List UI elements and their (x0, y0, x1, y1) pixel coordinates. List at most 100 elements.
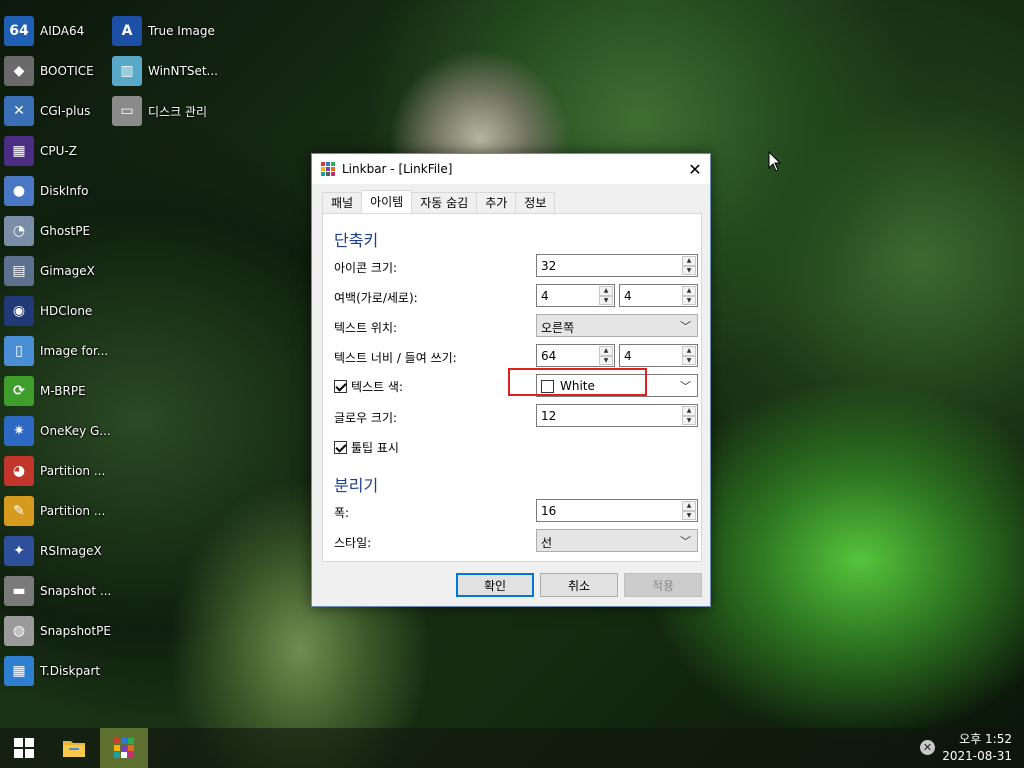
spin-down-icon[interactable]: ▼ (682, 415, 696, 425)
chevron-down-icon: ﹀ (680, 380, 691, 393)
desktop-shortcut[interactable]: ▦ CPU-Z (4, 133, 114, 169)
spin-down-icon[interactable]: ▼ (682, 295, 696, 305)
winntsetup-icon: ▥ (112, 56, 142, 86)
desktop-shortcut-label: 디스크 관리 (148, 104, 208, 119)
spin-up-icon[interactable]: ▲ (682, 286, 696, 296)
windows-logo-icon (14, 738, 34, 758)
desktop-shortcut[interactable]: ▬ Snapshot ... (4, 573, 114, 609)
text-width-spinner[interactable]: 64 ▲ ▼ (536, 344, 615, 367)
taskbar-file-explorer[interactable] (50, 728, 98, 768)
text-color-label: 텍스트 색: (351, 380, 404, 394)
desktop-shortcut-label: True Image (148, 24, 215, 38)
taskbar: ✕ 오후 1:52 2021-08-31 (0, 728, 1024, 768)
spin-up-icon[interactable]: ▲ (682, 346, 696, 356)
desktop-shortcut[interactable]: ▯ Image for... (4, 333, 114, 369)
glow-size-label: 글로우 크기: (334, 411, 398, 425)
spin-up-icon[interactable]: ▲ (682, 406, 696, 416)
rsimagex-icon: ✦ (4, 536, 34, 566)
chevron-down-icon: ﹀ (680, 535, 691, 548)
desktop-shortcut[interactable]: ◆ BOOTICE (4, 53, 114, 89)
spin-down-icon[interactable]: ▼ (682, 510, 696, 520)
separator-style-dropdown[interactable]: 선 ﹀ (536, 529, 698, 552)
tab-extra[interactable]: 추가 (476, 192, 517, 213)
desktop-shortcut-label: HDClone (40, 304, 93, 318)
items-tab-panel: 단축키 아이콘 크기: 32 ▲ ▼ 여백(가로/세로): 4 ▲ ▼ 4 ▲ ▼ 텍… (322, 213, 702, 562)
desktop-shortcut[interactable]: ▥ WinNTSet... (112, 53, 222, 89)
desktop-shortcut[interactable]: 64 AIDA64 (4, 13, 114, 49)
desktop-shortcut[interactable]: ✎ Partition ... (4, 493, 114, 529)
clock-date: 2021-08-31 (942, 749, 1012, 763)
desktop-shortcut-label: GhostPE (40, 224, 91, 238)
glow-size-spinner[interactable]: 12 ▲ ▼ (536, 404, 698, 427)
icon-size-spinner[interactable]: 32 ▲ ▼ (536, 254, 698, 277)
desktop-shortcut[interactable]: ◔ GhostPE (4, 213, 114, 249)
desktop-shortcut-label: AIDA64 (40, 24, 85, 38)
text-color-checkbox-row[interactable]: 텍스트 색: (334, 378, 403, 395)
tooltip-checkbox-row[interactable]: 툴팁 표시 (334, 439, 399, 456)
desktop-shortcut-label: GimageX (40, 264, 95, 278)
desktop-shortcut[interactable]: ▦ T.Diskpart (4, 653, 114, 689)
tab-info[interactable]: 정보 (515, 192, 556, 213)
ok-button[interactable]: 확인 (456, 573, 534, 597)
ghostpe-icon: ◔ (4, 216, 34, 246)
text-width-indent-label: 텍스트 너비 / 들여 쓰기: (334, 351, 457, 365)
desktop-shortcut[interactable]: ⟳ M-BRPE (4, 373, 114, 409)
start-button[interactable] (0, 728, 48, 768)
desktop-shortcut-label: Image for... (40, 344, 109, 358)
desktop-shortcut-label: RSImageX (40, 544, 102, 558)
text-position-dropdown[interactable]: 오른쪽 ﹀ (536, 314, 698, 337)
text-color-checkbox[interactable] (334, 380, 347, 393)
close-icon: ✕ (688, 159, 702, 179)
dialog-titlebar[interactable]: Linkbar - [LinkFile] ✕ (312, 154, 710, 184)
spin-up-icon[interactable]: ▲ (599, 346, 613, 356)
mouse-cursor-icon (768, 151, 782, 172)
desktop-shortcut-label: CPU-Z (40, 144, 77, 158)
spin-up-icon[interactable]: ▲ (682, 501, 696, 511)
tooltip-checkbox[interactable] (334, 441, 347, 454)
desktop-shortcut[interactable]: ◍ SnapshotPE (4, 613, 114, 649)
tray-close-icon[interactable]: ✕ (920, 740, 935, 755)
taskbar-linkbar[interactable] (100, 728, 148, 768)
margin-vertical-spinner[interactable]: 4 ▲ ▼ (619, 284, 698, 307)
desktop-shortcut[interactable]: ● DiskInfo (4, 173, 114, 209)
desktop-shortcut[interactable]: ◉ HDClone (4, 293, 114, 329)
spin-up-icon[interactable]: ▲ (599, 286, 613, 296)
spin-down-icon[interactable]: ▼ (682, 265, 696, 275)
indent-spinner[interactable]: 4 ▲ ▼ (619, 344, 698, 367)
tooltip-label: 툴팁 표시 (351, 441, 399, 455)
desktop-shortcut-label: Snapshot ... (40, 584, 112, 598)
desktop-shortcut-label: SnapshotPE (40, 624, 111, 638)
desktop-shortcut-label: CGI-plus (40, 104, 91, 118)
tab-items[interactable]: 아이템 (361, 190, 413, 213)
snapshot-icon: ▬ (4, 576, 34, 606)
desktop-shortcut[interactable]: ✦ RSImageX (4, 533, 114, 569)
desktop-shortcut[interactable]: ▭ 디스크 관리 (112, 93, 222, 129)
tab-panel[interactable]: 패널 (322, 192, 363, 213)
clock-time: 오후 1:52 (959, 732, 1012, 746)
partition-2-icon: ✎ (4, 496, 34, 526)
close-button[interactable]: ✕ (680, 154, 710, 184)
separator-style-label: 스타일: (334, 536, 372, 550)
desktop-shortcut-label: M-BRPE (40, 384, 86, 398)
shortcut-section-heading: 단축키 (334, 231, 379, 250)
desktop-shortcut[interactable]: ▤ GimageX (4, 253, 114, 289)
spin-up-icon[interactable]: ▲ (682, 256, 696, 266)
linkbar-settings-dialog: Linkbar - [LinkFile] ✕ 패널 아이템 자동 숨김 추가 정… (311, 153, 711, 607)
separator-width-label: 폭: (334, 506, 350, 520)
desktop-shortcut[interactable]: ✕ CGI-plus (4, 93, 114, 129)
apply-button[interactable]: 적용 (624, 573, 702, 597)
desktop-shortcut[interactable]: ◕ Partition ... (4, 453, 114, 489)
tab-autohide[interactable]: 자동 숨김 (411, 192, 478, 213)
spin-down-icon[interactable]: ▼ (682, 355, 696, 365)
cancel-button[interactable]: 취소 (540, 573, 618, 597)
spin-down-icon[interactable]: ▼ (599, 295, 613, 305)
separator-width-spinner[interactable]: 16 ▲ ▼ (536, 499, 698, 522)
true-image-icon: A (112, 16, 142, 46)
spin-down-icon[interactable]: ▼ (599, 355, 613, 365)
desktop-shortcut[interactable]: ✷ OneKey G... (4, 413, 114, 449)
desktop-shortcut[interactable]: A True Image (112, 13, 222, 49)
image-for-icon: ▯ (4, 336, 34, 366)
margin-horizontal-spinner[interactable]: 4 ▲ ▼ (536, 284, 615, 307)
bootice-icon: ◆ (4, 56, 34, 86)
taskbar-clock[interactable]: 오후 1:52 2021-08-31 (942, 731, 1012, 765)
